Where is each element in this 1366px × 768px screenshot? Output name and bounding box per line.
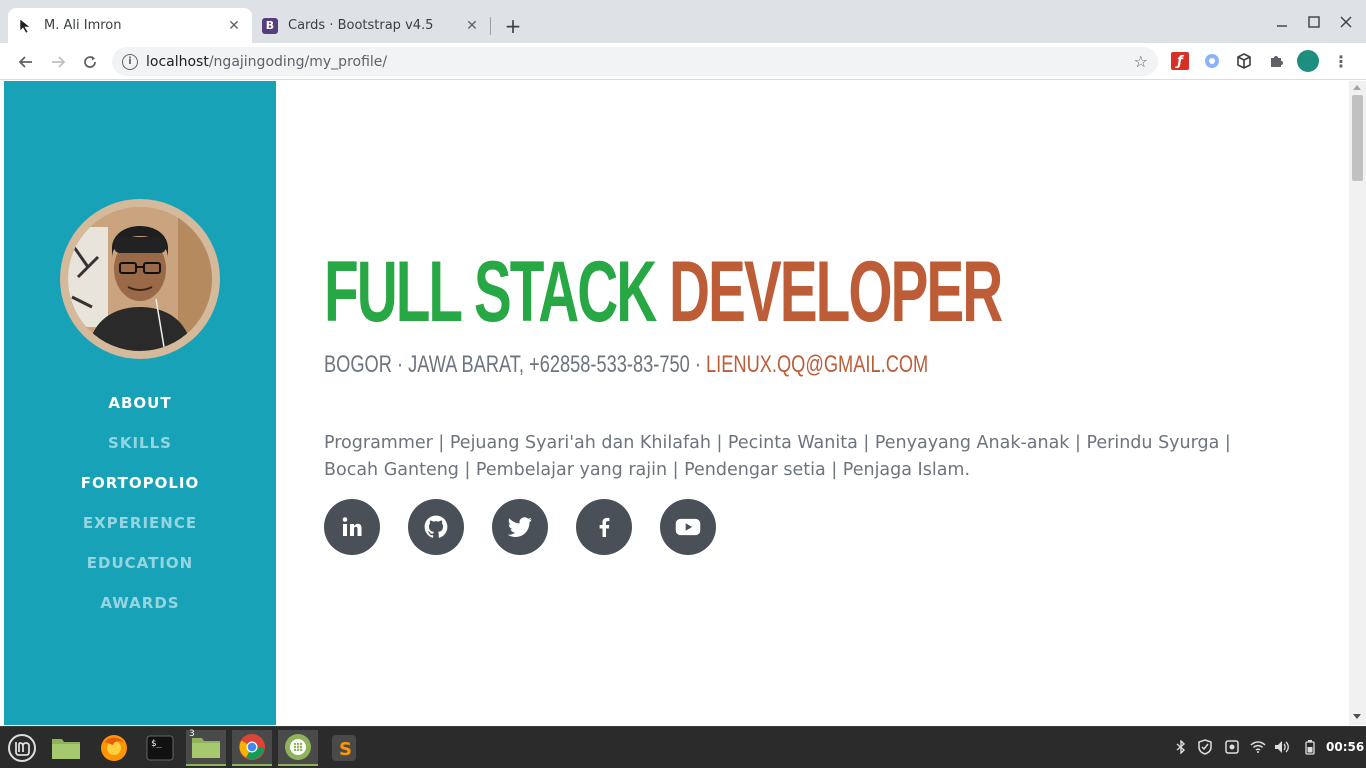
forward-arrow-icon[interactable] [45,49,71,75]
linkedin-icon[interactable] [324,499,380,555]
sidebar-item-portfolio[interactable]: Fortopolio [4,463,276,503]
maximize-icon[interactable] [1302,10,1326,34]
contact-line: Bogor · Jawa Barat, +62858-533-83-750 · … [324,351,928,379]
sublime-text-icon[interactable]: S [324,730,364,766]
clock[interactable]: 00:56 [1326,740,1364,754]
taskbar: $_ 3 S 00:56 [0,726,1366,768]
tab-separator [490,17,491,35]
minimize-icon[interactable] [1270,10,1294,34]
terminal-icon[interactable]: $_ [140,730,180,766]
sidebar-item-skills[interactable]: Skills [4,423,276,463]
scroll-down-arrow-icon[interactable] [1353,714,1361,719]
close-tab-icon[interactable]: ✕ [464,18,480,34]
window-count-badge: 3 [189,729,195,739]
url-path: /ngajingoding/my_profile/ [208,53,388,70]
close-tab-icon[interactable]: ✕ [226,18,242,34]
app-grid-icon[interactable] [278,730,318,766]
screenshot-icon[interactable] [1224,739,1240,755]
puzzle-extensions-icon[interactable] [1267,52,1285,70]
page-title: FULL STACK DEVELOPER [324,249,1003,335]
twitter-icon[interactable] [492,499,548,555]
scroll-up-arrow-icon[interactable] [1353,85,1361,90]
title-last: DEVELOPER [669,244,1003,340]
profile-avatar-icon[interactable] [1297,50,1319,72]
svg-text:S: S [339,739,352,760]
files-folder-icon[interactable] [46,730,86,766]
scrollbar-thumb[interactable] [1352,95,1363,181]
profile-avatar [60,199,220,359]
svg-text:$_: $_ [151,739,162,749]
flash-extension-icon[interactable]: ƒ [1171,52,1189,70]
cube-extension-icon[interactable] [1235,52,1253,70]
sidebar-item-awards[interactable]: Awards [4,583,276,623]
sidebar-item-education[interactable]: Education [4,543,276,583]
sidebar-item-experience[interactable]: Experience [4,503,276,543]
github-icon[interactable] [408,499,464,555]
address-bar[interactable]: i localhost/ngajingoding/my_profile/ ☆ [112,47,1158,76]
email-link[interactable]: lienux.qq@gmail.com [706,351,928,378]
facebook-icon[interactable] [576,499,632,555]
tab-title: Cards · Bootstrap v4.5 [288,18,434,33]
web-extension-icon[interactable] [1203,52,1221,70]
new-tab-plus-icon[interactable]: + [500,13,526,39]
battery-icon[interactable] [1302,739,1318,755]
firefox-icon[interactable] [94,730,134,766]
kebab-menu-icon[interactable]: ⋮ [1332,52,1350,71]
reload-icon[interactable] [77,49,103,75]
bookmark-star-icon[interactable]: ☆ [1134,52,1148,71]
wifi-icon[interactable] [1250,739,1266,755]
youtube-icon[interactable] [660,499,716,555]
bootstrap-favicon-icon: B [262,17,278,34]
close-window-icon[interactable] [1334,10,1358,34]
tab-title: M. Ali Imron [44,18,122,33]
page-viewport: About Skills Fortopolio Experience Educa… [4,81,1349,725]
browser-tab-bar: M. Ali Imron ✕ B Cards · Bootstrap v4.5 … [0,0,1366,43]
browser-toolbar: i localhost/ngajingoding/my_profile/ ☆ ƒ… [0,43,1366,80]
social-icons [324,499,744,555]
bluetooth-icon[interactable] [1173,739,1189,755]
cursor-favicon-icon [18,17,34,34]
sidebar-item-about[interactable]: About [4,383,276,423]
chrome-icon[interactable] [232,730,272,766]
title-first: FULL STACK [324,244,657,340]
tab-bootstrap-cards[interactable]: B Cards · Bootstrap v4.5 ✕ [252,8,490,43]
sidebar: About Skills Fortopolio Experience Educa… [4,81,276,725]
back-arrow-icon[interactable] [13,49,39,75]
files-folder-active-icon[interactable]: 3 [186,729,226,766]
site-info-icon[interactable]: i [122,53,138,70]
mint-menu-icon[interactable] [2,730,42,766]
page-scrollbar[interactable] [1349,81,1366,725]
sidebar-nav: About Skills Fortopolio Experience Educa… [4,383,276,623]
tab-profile[interactable]: M. Ali Imron ✕ [8,8,252,43]
shield-update-icon[interactable] [1197,739,1213,755]
url-host: localhost [146,53,209,70]
volume-icon[interactable] [1274,739,1290,755]
bio-text: Programmer | Pejuang Syari'ah dan Khilaf… [324,433,1231,480]
address-phone: Bogor · Jawa Barat, +62858-533-83-750 · [324,351,707,378]
